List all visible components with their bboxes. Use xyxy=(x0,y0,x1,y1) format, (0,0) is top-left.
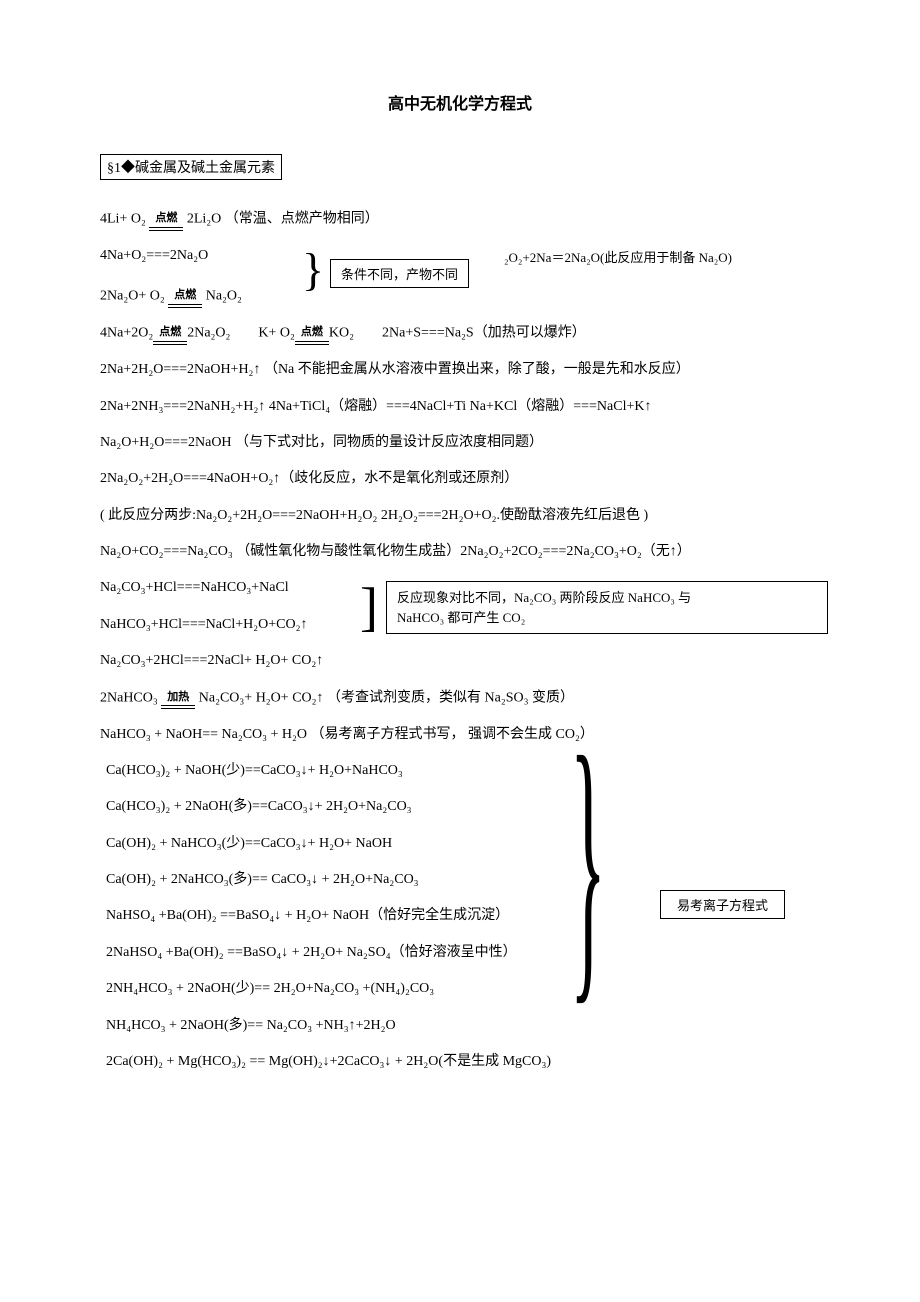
equation: 2Na+2H₂O===2NaOH+H₂↑ （Na 不能把金属从水溶液中置换出来，… xyxy=(100,359,820,381)
equation: ( 此反应分两步:Na₂O₂+2H₂O===2NaOH+H₂O₂ 2H₂O₂==… xyxy=(100,505,820,527)
brace-icon: } xyxy=(570,720,606,1005)
eq-text: 2NaHCO₃ xyxy=(100,690,158,705)
eq-text: KO₂ xyxy=(329,326,354,341)
equation: 2NH₄HCO₃ + 2NaOH(少)== 2H₂O+Na₂CO₃ +(NH₄)… xyxy=(106,978,820,1000)
equation: Ca(OH)₂ + NaHCO₃(少)==CaCO₃↓+ H₂O+ NaOH xyxy=(106,833,820,855)
note-box: 反应现象对比不同，Na₂CO₃ 两阶段反应 NaHCO₃ 与 NaHCO₃ 都可… xyxy=(386,581,828,634)
equation: Ca(HCO₃)₂ + NaOH(少)==CaCO₃↓+ H₂O+NaHCO₃ xyxy=(106,760,820,782)
section-heading: §1◆碱金属及碱土金属元素 xyxy=(100,154,282,180)
note-text: 反应现象对比不同，Na₂CO₃ 两阶段反应 NaHCO₃ 与 xyxy=(397,590,691,605)
condition-ignite: 点燃 xyxy=(168,285,202,308)
condition-ignite: 点燃 xyxy=(295,322,329,345)
note-text: NaHCO₃ 都可产生 CO₂ xyxy=(397,610,525,625)
equation: 2Na+2NH₃===2NaNH₂+H₂↑ 4Na+TiCl₄（熔融）===4N… xyxy=(100,396,820,418)
equation: NH₄HCO₃ + 2NaOH(多)== Na₂CO₃ +NH₃↑+2H₂O xyxy=(106,1015,820,1037)
equation: Ca(OH)₂ + 2NaHCO₃(多)== CaCO₃↓ + 2H₂O+Na₂… xyxy=(106,869,820,891)
eq-text: Na₂O₂ xyxy=(206,289,242,304)
eq-text: Na₂CO₃+ H₂O+ CO₂↑ （考查试剂变质，类似有 Na₂SO₃ 变质） xyxy=(199,690,574,705)
note-box: 条件不同，产物不同 xyxy=(330,259,469,288)
brace-icon: ] xyxy=(360,583,378,632)
equation: 4Li+ O₂ 点燃 2Li₂O （常温、点燃产物相同） xyxy=(100,208,820,231)
equation: 2Na₂O₂+2H₂O===4NaOH+O₂↑（歧化反应，水不是氧化剂或还原剂） xyxy=(100,468,820,490)
equation: Na₂O+H₂O===2NaOH （与下式对比，同物质的量设计反应浓度相同题） xyxy=(100,432,820,454)
equation: 2NaHSO₄ +Ba(OH)₂ ==BaSO₄↓ + 2H₂O+ Na₂SO₄… xyxy=(106,942,820,964)
eq-text: 2Li₂O （常温、点燃产物相同） xyxy=(187,212,379,227)
brace-icon: } xyxy=(302,249,324,290)
ion-label-box: 易考离子方程式 xyxy=(660,890,785,919)
page-title: 高中无机化学方程式 xyxy=(100,90,820,114)
condition-ignite: 点燃 xyxy=(153,322,187,345)
equation: 2Na₂O+ O₂ xyxy=(100,289,165,304)
equation: 4Na+O₂===2Na₂O xyxy=(100,245,290,267)
equation: Ca(HCO₃)₂ + 2NaOH(多)==CaCO₃↓+ 2H₂O+Na₂CO… xyxy=(106,796,820,818)
eq-text: 2Na₂O₂ xyxy=(187,326,230,341)
equation: Na₂O+CO₂===Na₂CO₃ （碱性氧化物与酸性氧化物生成盐）2Na₂O₂… xyxy=(100,541,820,563)
eq-text: ₂O₂+2Na＝2Na₂O(此反应用于制备 Na₂O) xyxy=(504,247,732,266)
equation: 2Ca(OH)₂ + Mg(HCO₃)₂ == Mg(OH)₂↓+2CaCO₃↓… xyxy=(106,1051,820,1073)
condition-ignite: 点燃 xyxy=(149,208,183,231)
equation-row: 4Na+2O₂点燃2Na₂O₂ K+ O₂点燃KO₂ 2Na+S===Na₂S（… xyxy=(100,322,820,345)
equation: 2NaHCO₃ 加热 Na₂CO₃+ H₂O+ CO₂↑ （考查试剂变质，类似有… xyxy=(100,687,820,710)
eq-text: 4Li+ O₂ xyxy=(100,212,146,227)
eq-text: 4Na+2O₂ xyxy=(100,326,153,341)
equation: Na₂CO₃+2HCl===2NaCl+ H₂O+ CO₂↑ xyxy=(100,650,820,672)
eq-text: K+ O₂ xyxy=(258,326,295,341)
eq-text: 2Na+S===Na₂S（加热可以爆炸） xyxy=(382,326,586,341)
equation: NaHCO₃ + NaOH== Na₂CO₃ + H₂O （易考离子方程式书写，… xyxy=(100,724,820,746)
condition-heat: 加热 xyxy=(161,687,195,710)
